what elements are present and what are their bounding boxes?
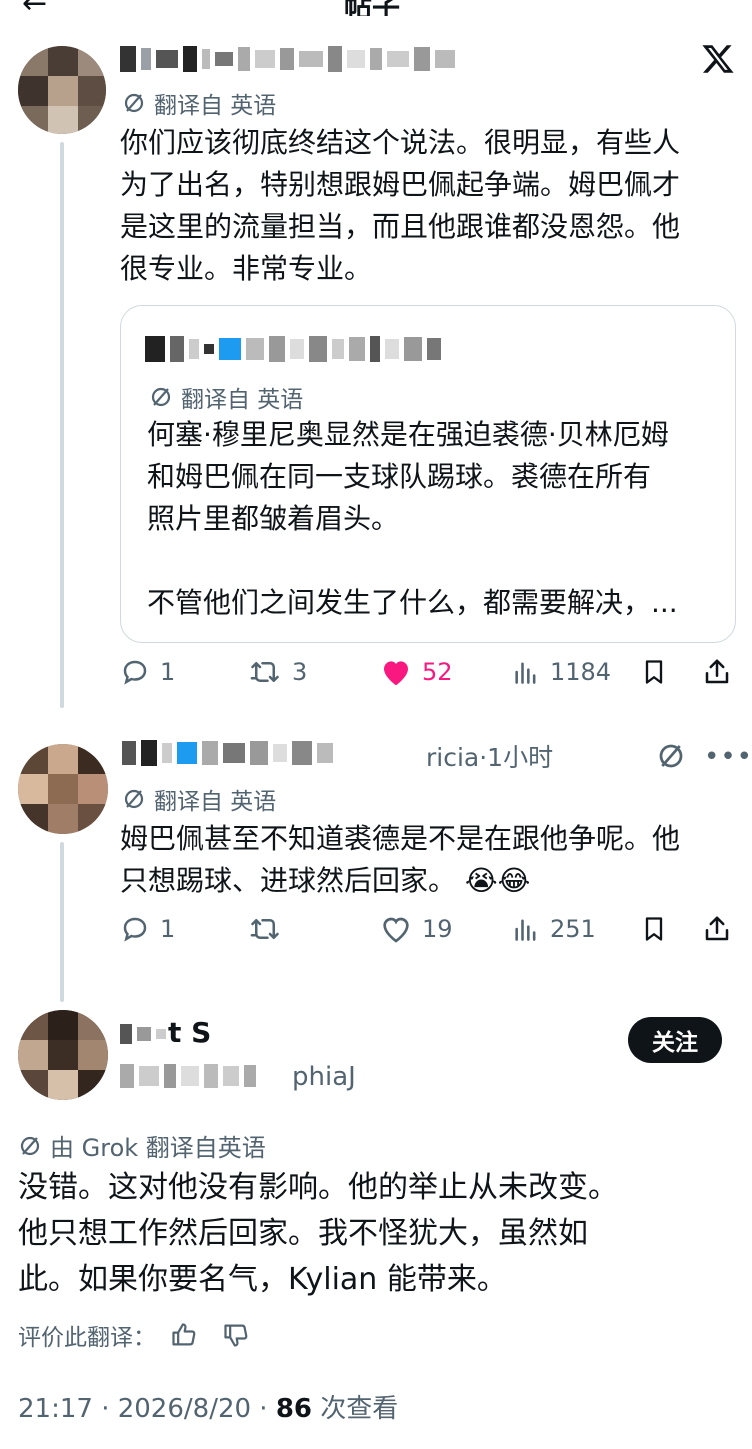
tweet-time[interactable]: ricia·1小时 bbox=[426, 738, 553, 774]
avatar[interactable] bbox=[18, 1010, 108, 1100]
username-blurred[interactable] bbox=[120, 46, 455, 72]
translate-slash-icon bbox=[20, 1136, 40, 1155]
translated-from-label[interactable]: 翻译自 英语 bbox=[122, 782, 276, 816]
retweet-button[interactable] bbox=[248, 914, 292, 944]
reply-count: 1 bbox=[160, 658, 176, 686]
translate-label: 翻译自 英语 bbox=[181, 387, 304, 413]
quoted-translated-from-label[interactable]: 翻译自 英语 bbox=[149, 380, 303, 414]
text-line: 只想踢球、进球然后回家。 😭😂 bbox=[120, 860, 680, 902]
like-button[interactable]: 19 bbox=[380, 914, 453, 944]
reply-icon bbox=[123, 917, 147, 942]
rate-translation-label: 评价此翻译： bbox=[18, 1325, 156, 1351]
reply-button[interactable]: 1 bbox=[120, 914, 175, 944]
views-chart-icon bbox=[515, 662, 536, 684]
text-line: 是这里的流量担当，而且他跟谁都没恩怨。他 bbox=[120, 210, 681, 243]
username-blurred[interactable] bbox=[120, 1024, 166, 1044]
like-count: 52 bbox=[422, 658, 453, 686]
like-count: 19 bbox=[422, 915, 453, 943]
views-chart-icon bbox=[515, 919, 536, 941]
reply-count: 1 bbox=[160, 915, 176, 943]
heart-outline-icon bbox=[383, 917, 409, 943]
translated-from-label[interactable]: 翻译自 英语 bbox=[122, 86, 276, 120]
share-icon bbox=[705, 916, 729, 941]
text-line: 何塞·穆里尼奥显然是在强迫裘德·贝林厄姆 bbox=[147, 418, 669, 451]
avatar[interactable] bbox=[18, 46, 106, 134]
retweet-icon bbox=[250, 919, 279, 939]
translate-slash-icon bbox=[124, 93, 144, 113]
post-meta: 21:17 · 2026/8/20 · 86 次查看 bbox=[18, 1388, 398, 1425]
tweet-actions: 1 19 251 bbox=[120, 914, 738, 954]
reply-icon bbox=[123, 660, 147, 685]
tweet-text: 姆巴佩甚至不知道裘德是不是在跟他争呢。他 只想踢球、进球然后回家。 😭😂 bbox=[120, 818, 680, 902]
share-icon bbox=[705, 659, 729, 684]
translate-label: 翻译自 英语 bbox=[154, 789, 277, 815]
retweet-count: 3 bbox=[292, 658, 308, 686]
bookmark-icon bbox=[645, 660, 663, 684]
text-line: 和姆巴佩在同一支球队踢球。裘德在所有 bbox=[147, 460, 652, 493]
thread-line bbox=[60, 142, 64, 708]
bookmark-icon bbox=[645, 917, 663, 941]
page-title: 帖子 bbox=[344, 0, 400, 16]
translate-label: 由 Grok 翻译自英语 bbox=[50, 1134, 266, 1162]
view-count: 86 bbox=[275, 1394, 313, 1424]
text-segment: 只想踢球、进球然后回家。 bbox=[120, 864, 457, 897]
retweet-button[interactable]: 3 bbox=[248, 657, 307, 687]
follow-button[interactable]: 关注 bbox=[628, 1017, 722, 1063]
thread-line bbox=[60, 842, 64, 1002]
name-tail-and-time: ricia·1小时 bbox=[426, 743, 554, 772]
quoted-text: 何塞·穆里尼奥显然是在强迫裘德·贝林厄姆 和姆巴佩在同一支球队踢球。裘德在所有 … bbox=[147, 414, 678, 624]
view-suffix: 次查看 bbox=[312, 1394, 399, 1424]
text-line: 此。如果你要名气，Kylian 能带来。 bbox=[18, 1262, 507, 1297]
translate-slash-icon[interactable] bbox=[656, 741, 686, 771]
handle-tail[interactable]: phiaJ bbox=[292, 1062, 356, 1092]
emoji-crying-laughing: 😭😂 bbox=[464, 864, 531, 897]
translate-slash-icon bbox=[151, 387, 171, 407]
text-line: 很专业。非常专业。 bbox=[120, 252, 373, 285]
avatar[interactable] bbox=[18, 744, 108, 834]
text-line: 为了出名，特别想跟姆巴佩起争端。姆巴佩才 bbox=[120, 168, 681, 201]
share-button[interactable] bbox=[702, 914, 732, 944]
quoted-tweet-card[interactable]: 翻译自 英语 何塞·穆里尼奥显然是在强迫裘德·贝林厄姆 和姆巴佩在同一支球队踢球… bbox=[120, 305, 736, 643]
text-line: 照片里都皱着眉头。 bbox=[147, 502, 400, 535]
display-name-tail[interactable]: t S bbox=[168, 1016, 211, 1049]
views-count: 251 bbox=[550, 915, 596, 943]
grok-translated-label[interactable]: 由 Grok 翻译自英语 bbox=[18, 1128, 266, 1163]
quoted-username-blurred bbox=[145, 336, 441, 362]
views-button[interactable]: 251 bbox=[512, 914, 596, 944]
top-bar: ← 帖子 bbox=[0, 0, 752, 16]
text-line bbox=[147, 540, 678, 582]
like-button[interactable]: 52 bbox=[380, 657, 453, 687]
translate-label: 翻译自 英语 bbox=[154, 93, 277, 119]
heart-filled-icon bbox=[384, 661, 408, 686]
text-line: 姆巴佩甚至不知道裘德是不是在跟他争呢。他 bbox=[120, 822, 681, 855]
translate-slash-icon bbox=[124, 789, 144, 809]
back-arrow-icon[interactable]: ← bbox=[22, 0, 47, 16]
share-button[interactable] bbox=[702, 657, 732, 687]
text-line: 不管他们之间发生了什么，都需要解决，... bbox=[147, 586, 678, 619]
retweet-icon bbox=[250, 662, 279, 682]
views-button[interactable]: 1184 bbox=[512, 657, 611, 687]
tweet-text: 没错。这对他没有影响。他的举止从未改变。 他只想工作然后回家。我不怪犹大，虽然如… bbox=[18, 1165, 618, 1303]
bookmark-button[interactable] bbox=[640, 657, 668, 687]
text-line: 没错。这对他没有影响。他的举止从未改变。 bbox=[18, 1170, 618, 1205]
reply-button[interactable]: 1 bbox=[120, 657, 175, 687]
tweet-actions: 1 3 52 1184 bbox=[120, 657, 738, 697]
text-line: 他只想工作然后回家。我不怪犹大，虽然如 bbox=[18, 1216, 588, 1251]
thumbs-down-icon[interactable] bbox=[222, 1321, 250, 1349]
post-timestamp: 21:17 · 2026/8/20 · bbox=[18, 1394, 276, 1424]
x-logo-icon[interactable] bbox=[700, 42, 736, 76]
handle-blurred[interactable] bbox=[120, 1064, 256, 1088]
thumbs-up-icon[interactable] bbox=[170, 1321, 198, 1349]
text-line: 你们应该彻底终结这个说法。很明显，有些人 bbox=[120, 126, 681, 159]
username-blurred[interactable] bbox=[122, 740, 333, 766]
views-count: 1184 bbox=[550, 658, 612, 686]
more-options-icon[interactable]: ••• bbox=[704, 742, 752, 772]
bookmark-button[interactable] bbox=[640, 914, 668, 944]
tweet-text: 你们应该彻底终结这个说法。很明显，有些人 为了出名，特别想跟姆巴佩起争端。姆巴佩… bbox=[120, 122, 680, 290]
rate-translation-row: 评价此翻译： bbox=[18, 1318, 250, 1352]
